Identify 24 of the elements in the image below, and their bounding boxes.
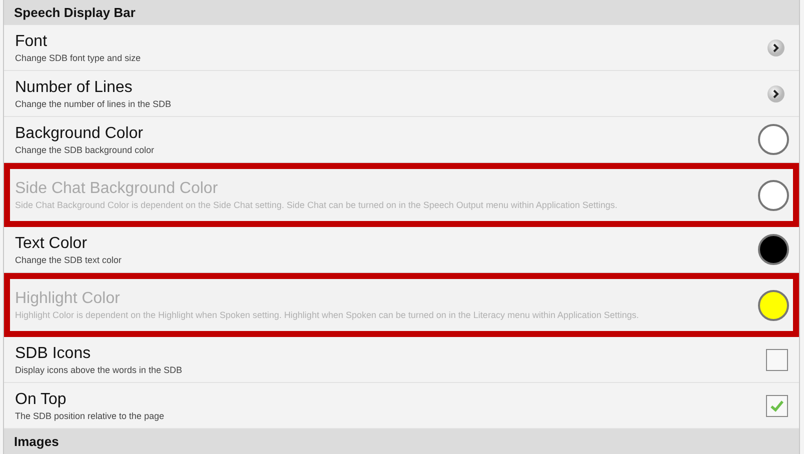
setting-title: Background Color xyxy=(15,124,144,144)
setting-description: Change the number of lines in the SDB xyxy=(15,98,172,110)
setting-title: Side Chat Background Color xyxy=(15,179,219,199)
setting-title: SDB Icons xyxy=(15,344,92,364)
checkbox[interactable] xyxy=(766,394,788,416)
color-swatch[interactable] xyxy=(758,234,789,265)
section-title: Speech Display Bar xyxy=(14,4,136,22)
setting-title: Font xyxy=(15,32,48,52)
setting-title: Highlight Color xyxy=(15,289,121,309)
setting-description: Change the SDB background color xyxy=(15,144,156,156)
setting-title: Text Color xyxy=(15,234,88,254)
setting-description: Change SDB font type and size xyxy=(15,52,142,64)
setting-title: Number of Lines xyxy=(15,78,134,98)
setting-description: Highlight Color is dependent on the Highlight when Spoken setting. Highlight when Spoken can be turned on in the Literacy menu within Application Settings. xyxy=(15,309,640,321)
setting-title: On Top xyxy=(15,390,68,410)
chevron-right-icon[interactable] xyxy=(767,84,785,102)
setting-description: Change the SDB text color xyxy=(15,254,123,266)
chevron-right-icon[interactable] xyxy=(767,38,785,56)
checkbox[interactable] xyxy=(766,348,788,370)
setting-description: Display icons above the words in the SDB xyxy=(15,364,184,376)
setting-description: The SDB position relative to the page xyxy=(15,410,166,422)
section-title: Images xyxy=(14,434,59,449)
setting-description: Side Chat Background Color is dependent on the Side Chat setting. Side Chat can be turned on in the Speech Output menu within Application Settings. xyxy=(15,199,618,211)
color-swatch[interactable] xyxy=(758,124,789,155)
